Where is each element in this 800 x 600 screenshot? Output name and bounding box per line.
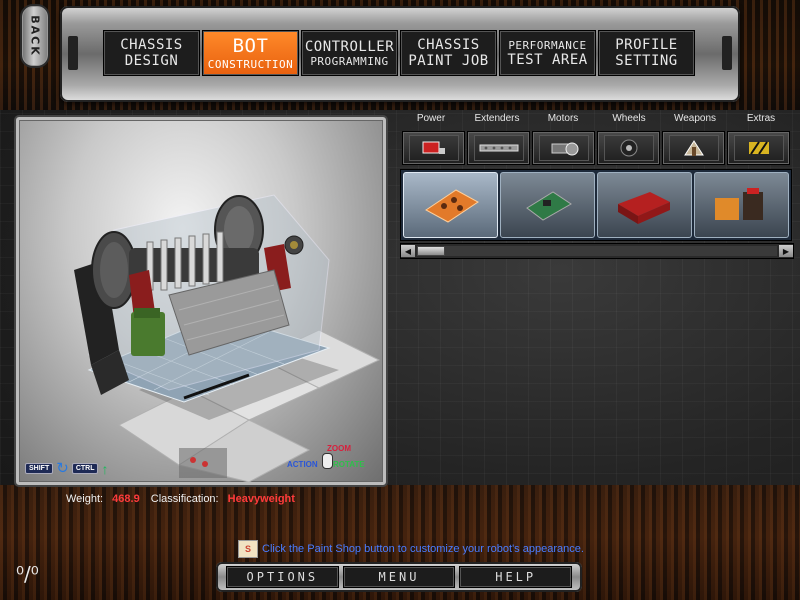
- category-labels: Power Extenders Motors Wheels Weapons Ex…: [398, 113, 794, 129]
- category-button-motors[interactable]: [532, 131, 595, 165]
- scroll-right-arrow-icon[interactable]: ▶: [779, 245, 793, 257]
- classification-value: Heavyweight: [227, 493, 295, 505]
- part-item[interactable]: [500, 172, 595, 238]
- rotate-icon: ↻: [56, 460, 69, 477]
- bottom-menu: OPTIONS MENU HELP: [216, 562, 582, 592]
- tab-label-line2: PROGRAMMING: [310, 54, 389, 68]
- category-label-power: Power: [416, 113, 446, 124]
- part-item[interactable]: [403, 172, 498, 238]
- category-button-power[interactable]: [402, 131, 465, 165]
- category-label-wheels: Wheels: [612, 113, 646, 124]
- category-label-extenders: Extenders: [474, 113, 520, 124]
- classification-label: Classification:: [150, 493, 219, 505]
- tab-controller-programming[interactable]: CONTROLLER PROGRAMMING: [301, 30, 398, 76]
- category-label-motors: Motors: [547, 113, 579, 124]
- back-label: BACK: [28, 15, 42, 57]
- part-item[interactable]: [597, 172, 692, 238]
- weight-label: Weight:: [66, 493, 104, 505]
- paint-shop-icon: S: [238, 540, 258, 558]
- category-button-wheels[interactable]: [597, 131, 660, 165]
- category-button-extras[interactable]: [727, 131, 790, 165]
- tab-label-line2: CONSTRUCTION: [207, 57, 294, 71]
- orange-battery-pack-icon: [424, 189, 479, 223]
- percent-logo-icon: ⁰/⁰: [16, 562, 39, 586]
- parts-scrollbar[interactable]: ◀ ▶: [400, 243, 794, 259]
- scroll-thumb[interactable]: [417, 246, 445, 256]
- bot-stats: Weight: 468.9 Classification: Heavyweigh…: [66, 493, 303, 505]
- tab-chassis-paint-job[interactable]: CHASSIS PAINT JOB: [400, 30, 497, 76]
- viewport-key-hints: SHIFT ↻ CTRL ↑: [25, 461, 108, 476]
- scroll-left-arrow-icon[interactable]: ◀: [401, 245, 415, 257]
- part-item[interactable]: [694, 172, 789, 238]
- mouse-icon: [322, 453, 333, 469]
- battery-cells-icon: [714, 188, 763, 220]
- tab-performance-test-area[interactable]: PERFORMANCE TEST AREA: [499, 30, 596, 76]
- tab-label-line2: DESIGN: [124, 53, 179, 69]
- mouse-controls-legend: ZOOM ACTION ROTATE: [287, 444, 377, 476]
- circuit-board-icon: [525, 191, 572, 221]
- parts-panel: Power Extenders Motors Wheels Weapons Ex…: [398, 113, 794, 261]
- battery-icon: [408, 135, 459, 161]
- wheel-icon: [603, 135, 654, 161]
- top-navigation: CHASSIS DESIGN BOT CONSTRUCTION CONTROLL…: [103, 30, 695, 76]
- tab-label-line2: PAINT JOB: [408, 53, 489, 69]
- tab-profile-setting[interactable]: PROFILE SETTING: [598, 30, 695, 76]
- tab-label-line1: PERFORMANCE: [508, 38, 587, 52]
- hint-bar: S Click the Paint Shop button to customi…: [238, 540, 584, 558]
- weight-value: 468.9: [112, 493, 140, 505]
- menu-button[interactable]: MENU: [342, 566, 456, 588]
- ctrl-key-badge: CTRL: [71, 463, 99, 474]
- tab-label-line2: TEST AREA: [507, 51, 588, 68]
- tab-chassis-design[interactable]: CHASSIS DESIGN: [103, 30, 200, 76]
- red-battery-box-icon: [617, 192, 670, 224]
- action-label: ACTION: [287, 460, 318, 469]
- motor-icon: [538, 135, 589, 161]
- category-button-weapons[interactable]: [662, 131, 725, 165]
- back-button[interactable]: BACK: [20, 4, 50, 68]
- category-buttons: [402, 131, 790, 165]
- tab-label-line1: CHASSIS: [417, 37, 480, 53]
- extender-bar-icon: [473, 135, 524, 161]
- weapon-icon: [668, 135, 719, 161]
- tab-label-line1: CHASSIS: [120, 37, 183, 53]
- options-button[interactable]: OPTIONS: [226, 566, 339, 588]
- move-up-icon: ↑: [101, 460, 109, 477]
- tab-label-line1: BOT: [232, 34, 269, 57]
- tab-label-line2: SETTING: [615, 53, 678, 69]
- tab-bot-construction[interactable]: BOT CONSTRUCTION: [202, 30, 299, 76]
- zoom-label: ZOOM: [327, 444, 351, 453]
- scroll-track[interactable]: [417, 246, 777, 256]
- extras-icon: [733, 135, 784, 161]
- rotate-label: ROTATE: [333, 460, 365, 469]
- robot-model: [74, 194, 381, 482]
- help-button[interactable]: HELP: [459, 566, 573, 588]
- category-label-weapons: Weapons: [673, 113, 717, 124]
- robot-3d-viewport[interactable]: SHIFT ↻ CTRL ↑ ZOOM ACTION ROTATE: [16, 117, 386, 485]
- parts-items-strip: [400, 169, 792, 241]
- category-label-extras: Extras: [746, 113, 776, 124]
- category-button-extenders[interactable]: [467, 131, 530, 165]
- shift-key-badge: SHIFT: [25, 463, 54, 474]
- tab-label-line1: CONTROLLER: [304, 38, 395, 55]
- tab-label-line1: PROFILE: [615, 37, 678, 53]
- hint-text: Click the Paint Shop button to customize…: [262, 543, 584, 555]
